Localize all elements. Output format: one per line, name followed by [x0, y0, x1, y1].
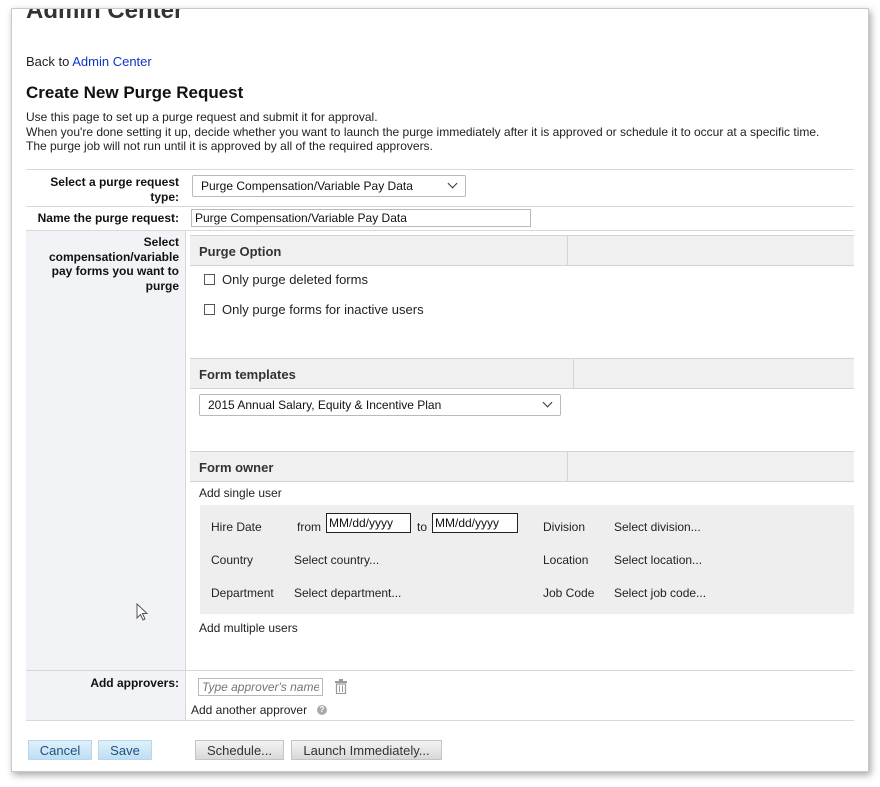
form-owner-header: Form owner — [190, 451, 854, 482]
purge-inactive-users-label: Only purge forms for inactive users — [222, 302, 424, 317]
header-divider — [567, 452, 568, 481]
form-templates-header: Form templates — [190, 358, 854, 389]
chevron-down-icon — [542, 397, 553, 408]
header-divider — [573, 359, 574, 388]
page-title: Create New Purge Request — [26, 83, 244, 102]
form-template-select[interactable]: 2015 Annual Salary, Equity & Incentive P… — [199, 394, 561, 416]
add-approvers-label: Add approvers: — [90, 676, 179, 690]
chevron-down-icon — [447, 178, 458, 189]
purge-inactive-users-checkbox[interactable] — [204, 304, 215, 315]
select-department-link[interactable]: Select department... — [294, 586, 401, 600]
form-templates-heading: Form templates — [199, 367, 296, 382]
request-name-input[interactable]: Purge Compensation/Variable Pay Data — [191, 209, 531, 227]
divider — [26, 169, 854, 170]
mouse-pointer-icon — [136, 603, 149, 621]
purge-deleted-forms-checkbox[interactable] — [204, 274, 215, 285]
hire-date-to-input[interactable]: MM/dd/yyyy — [432, 513, 518, 533]
select-forms-label-line: compensation/variable — [48, 249, 179, 264]
divider — [26, 206, 854, 207]
select-forms-label-line: purge — [145, 278, 179, 293]
description-line: When you're done setting it up, decide w… — [26, 124, 820, 139]
description-line: The purge job will not run until it is a… — [26, 139, 433, 153]
left-label-panel — [26, 231, 185, 721]
select-location-link[interactable]: Select location... — [614, 553, 702, 567]
divider — [26, 230, 854, 231]
select-job-code-link[interactable]: Select job code... — [614, 586, 706, 600]
column-divider — [185, 231, 186, 721]
trash-icon[interactable] — [334, 679, 348, 694]
hire-date-label: Hire Date — [211, 520, 262, 534]
divider — [26, 670, 854, 671]
from-label: from — [297, 520, 321, 534]
request-type-value: Purge Compensation/Variable Pay Data — [201, 179, 413, 193]
to-label: to — [417, 520, 428, 534]
approver-name-input[interactable] — [198, 678, 323, 696]
schedule-button[interactable]: Schedule... — [195, 740, 284, 760]
add-multiple-users-link[interactable]: Add multiple users — [199, 621, 298, 635]
request-name-label: Name the purge request: — [37, 211, 179, 225]
select-forms-label: Select compensation/variable pay forms y… — [26, 235, 179, 293]
department-label: Department — [211, 586, 274, 600]
description-line: Use this page to set up a purge request … — [26, 110, 378, 124]
page-description: Use this page to set up a purge request … — [26, 110, 819, 154]
header-divider — [567, 236, 568, 265]
breadcrumb: Back to Admin Center — [26, 54, 152, 69]
form-owner-heading: Form owner — [199, 460, 274, 475]
add-another-approver-link[interactable]: Add another approver — [191, 703, 307, 717]
cancel-button[interactable]: Cancel — [28, 740, 92, 760]
form-template-value: 2015 Annual Salary, Equity & Incentive P… — [208, 398, 442, 412]
location-label: Location — [543, 553, 589, 567]
job-code-label: Job Code — [543, 586, 595, 600]
purge-option-heading: Purge Option — [199, 244, 282, 259]
purge-option-header: Purge Option — [190, 235, 854, 266]
hire-date-from-input[interactable]: MM/dd/yyyy — [326, 513, 411, 533]
select-forms-label-line: Select — [143, 235, 179, 249]
select-division-link[interactable]: Select division... — [614, 520, 701, 534]
request-type-label-line: type: — [150, 189, 179, 204]
select-country-link[interactable]: Select country... — [294, 553, 379, 567]
app-title: Admin Center — [26, 8, 184, 24]
admin-center-window: Admin Center Back to Admin Center Create… — [11, 8, 869, 772]
add-single-user-link[interactable]: Add single user — [199, 486, 282, 500]
purge-deleted-forms-label: Only purge deleted forms — [222, 272, 368, 287]
divider — [26, 720, 854, 721]
save-button[interactable]: Save — [98, 740, 152, 760]
launch-immediately-button[interactable]: Launch Immediately... — [291, 740, 442, 760]
user-filter-panel: Hire Date from MM/dd/yyyy to MM/dd/yyyy … — [200, 505, 854, 614]
back-prefix: Back to — [26, 54, 73, 69]
select-forms-label-line: pay forms you want to — [51, 264, 179, 278]
back-to-admin-center-link[interactable]: Admin Center — [72, 54, 151, 69]
request-type-select[interactable]: Purge Compensation/Variable Pay Data — [192, 175, 466, 197]
division-label: Division — [543, 520, 586, 534]
request-type-label: Select a purge request type: — [26, 175, 179, 204]
request-type-label-line: Select a purge request — [50, 175, 179, 189]
help-icon[interactable]: ? — [317, 705, 327, 715]
country-label: Country — [211, 553, 254, 567]
